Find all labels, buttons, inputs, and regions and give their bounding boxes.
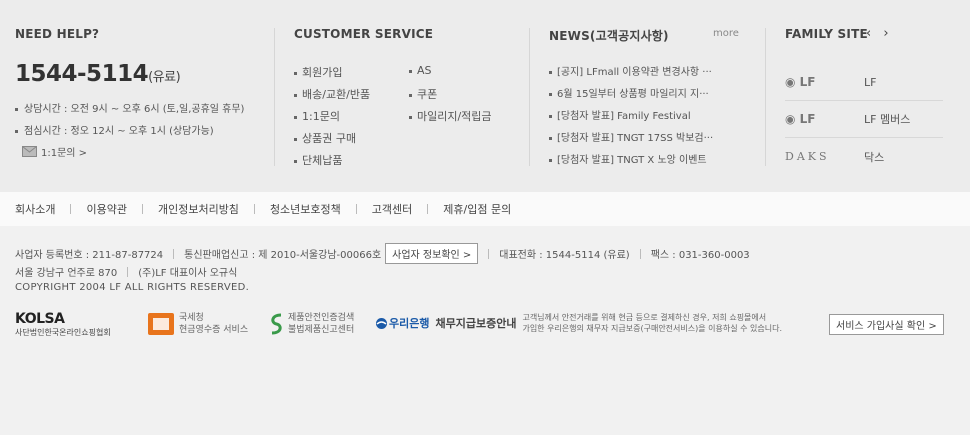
ecommerce-number: 통신판매업신고 : 제 2010-서울강남-00066호 bbox=[184, 250, 382, 261]
footer-links: 회사소개 이용약관 개인정보처리방침 청소년보호정책 고객센터 제휴/입점 문의 bbox=[0, 192, 970, 226]
lf-logo: ◉ LF bbox=[785, 112, 816, 126]
cash-receipt-icon bbox=[148, 313, 174, 335]
help-hours-consult: 상담시간 : 오전 9시 ~ 오후 6시 (토,일,공휴일 휴무) bbox=[15, 100, 244, 115]
divider bbox=[274, 28, 275, 166]
family-nav: ‹ › bbox=[866, 26, 889, 41]
chevron-right-icon[interactable]: › bbox=[883, 26, 888, 41]
lf-logo: ◉ LF bbox=[785, 75, 816, 89]
link-company[interactable]: 회사소개 bbox=[15, 201, 55, 217]
company-info-line2: 서울 강남구 언주로 870 (주)LF 대표이사 오규식 bbox=[15, 264, 237, 279]
kolsa-label: 사단법인한국온라인쇼핑협회 bbox=[15, 328, 111, 337]
kolsa-badge[interactable]: KOLSA 사단법인한국온라인쇼핑협회 bbox=[15, 312, 111, 338]
woori-title: 채무지급보증안내 bbox=[435, 317, 517, 330]
woori-logo-icon bbox=[376, 317, 387, 329]
news-title: NEWS(고객공지사항) bbox=[549, 29, 669, 43]
news-item[interactable]: [당첨자 발표] TNGT 17SS 박보검··· bbox=[549, 129, 719, 144]
link-privacy[interactable]: 개인정보처리방침 bbox=[158, 201, 239, 217]
woori-guarantee: 우리은행 채무지급보증안내 고객님께서 안전거래를 위해 현금 등으로 결제하신… bbox=[376, 312, 782, 334]
news-item[interactable]: [공지] LFmall 이용약관 변경사항 ··· bbox=[549, 63, 719, 78]
company-ceo: (주)LF 대표이사 오규식 bbox=[138, 268, 238, 279]
family-site-lfmembers[interactable]: ◉ LF LF 멤버스 bbox=[785, 101, 943, 138]
news-item[interactable]: [당첨자 발표] Family Festival bbox=[549, 107, 719, 122]
inquiry-link[interactable]: 1:1문의 > bbox=[22, 144, 87, 159]
mail-icon bbox=[22, 146, 37, 157]
family-site-name: LF bbox=[864, 75, 877, 89]
family-title: FAMILY SITE bbox=[785, 27, 868, 41]
cs-link-giftcard[interactable]: 상품권 구매 bbox=[294, 130, 356, 146]
cs-title: CUSTOMER SERVICE bbox=[294, 27, 434, 41]
safety-label-1: 제품안전인증검색 bbox=[288, 313, 355, 323]
link-cs-center[interactable]: 고객센터 bbox=[372, 201, 412, 217]
cs-link-mileage[interactable]: 마일리지/적립금 bbox=[409, 108, 492, 124]
copyright: COPYRIGHT 2004 LF ALL RIGHTS RESERVED. bbox=[15, 282, 250, 293]
company-info-line1: 사업자 등록번호 : 211-87-87724 통신판매업신고 : 제 2010… bbox=[15, 243, 750, 264]
divider bbox=[765, 28, 766, 166]
link-terms[interactable]: 이용약관 bbox=[86, 201, 126, 217]
family-site-name: 닥스 bbox=[864, 150, 885, 164]
company-tel: 대표전화 : 1544-5114 (유료) bbox=[499, 250, 630, 261]
service-check-button[interactable]: 서비스 가입사실 확인 > bbox=[829, 314, 944, 335]
woori-desc-1: 고객님께서 안전거래를 위해 현금 등으로 결제하신 경우, 저희 쇼핑몰에서 bbox=[522, 313, 767, 322]
news-item[interactable]: 6월 15일부터 상품평 마일리지 지··· bbox=[549, 85, 719, 100]
inquiry-label: 1:1문의 > bbox=[41, 148, 88, 159]
help-phone-suffix: (유료) bbox=[148, 70, 181, 85]
link-youth[interactable]: 청소년보호정책 bbox=[270, 201, 341, 217]
family-site-daks[interactable]: DAKS 닥스 bbox=[785, 138, 943, 175]
cs-link-as[interactable]: AS bbox=[409, 64, 432, 77]
company-address: 서울 강남구 언주로 870 bbox=[15, 268, 118, 279]
product-safety-badge[interactable]: 제품안전인증검색 불법제품신고센터 bbox=[268, 312, 354, 336]
help-hours-lunch: 점심시간 : 정오 12시 ~ 오후 1시 (상담가능) bbox=[15, 122, 214, 137]
family-site-name: LF 멤버스 bbox=[864, 113, 911, 126]
cs-link-coupon[interactable]: 쿠폰 bbox=[409, 86, 437, 102]
cs-link-signup[interactable]: 회원가입 bbox=[294, 64, 342, 80]
woori-logo: 우리은행 bbox=[389, 317, 430, 330]
cs-link-bulk[interactable]: 단체납품 bbox=[294, 152, 342, 168]
daks-logo: DAKS bbox=[785, 150, 830, 163]
chevron-left-icon[interactable]: ‹ bbox=[866, 26, 871, 41]
news-item[interactable]: [당첨자 발표] TNGT X 노앙 이벤트 bbox=[549, 151, 719, 166]
biz-info-button[interactable]: 사업자 정보확인 > bbox=[385, 243, 479, 264]
nts-receipt-badge[interactable]: 국세청 현금영수증 서비스 bbox=[148, 312, 248, 336]
biz-number: 사업자 등록번호 : 211-87-87724 bbox=[15, 250, 164, 261]
link-partnership[interactable]: 제휴/입점 문의 bbox=[443, 201, 511, 217]
kolsa-logo: KOLSA bbox=[15, 311, 65, 327]
nts-label-1: 국세청 bbox=[179, 313, 204, 323]
divider bbox=[529, 28, 530, 166]
cs-link-inquiry[interactable]: 1:1문의 bbox=[294, 108, 340, 124]
safety-label-2: 불법제품신고센터 bbox=[288, 325, 355, 335]
woori-desc-2: 가입한 우리은행의 채무자 지급보증(구매안전서비스)을 이용하실 수 있습니다… bbox=[522, 324, 783, 333]
cs-link-delivery[interactable]: 배송/교환/반품 bbox=[294, 86, 370, 102]
help-phone: 1544-5114(유료) bbox=[15, 61, 181, 87]
news-more-link[interactable]: more bbox=[713, 28, 739, 39]
help-phone-number: 1544-5114 bbox=[15, 61, 149, 87]
safety-icon bbox=[271, 313, 282, 335]
company-fax: 팩스 : 031-360-0003 bbox=[650, 250, 750, 261]
help-title: NEED HELP? bbox=[15, 27, 100, 41]
footer-top: NEED HELP? 1544-5114(유료) 상담시간 : 오전 9시 ~ … bbox=[0, 0, 970, 192]
nts-label-2: 현금영수증 서비스 bbox=[179, 325, 249, 335]
family-site-lf[interactable]: ◉ LF LF bbox=[785, 64, 943, 101]
